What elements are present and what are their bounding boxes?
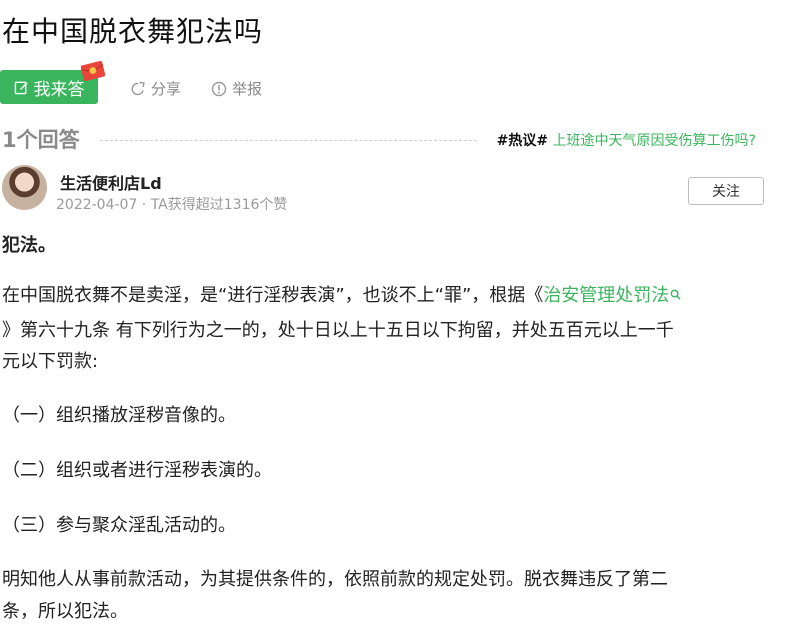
law-link-label: 治安管理处罚法 [543, 285, 670, 306]
answer-paragraph-line: 》第六十九条 有下列行为之一的，处十日以上十五日以下拘留，并处五百元以上一千 [2, 320, 674, 341]
answer-conclusion-line: 条，所以犯法。 [2, 601, 128, 622]
search-icon [670, 289, 681, 300]
author-name[interactable]: 生活便利店Ld [60, 170, 162, 194]
report-label: 举报 [232, 80, 263, 98]
answer-author: 生活便利店Ld 2022-04-07 · TA获得超过1316个赞 关注 [0, 165, 800, 215]
answers-header: 1个回答 #热议# 上班途中天气原因受伤算工伤吗? [0, 124, 800, 154]
report-button[interactable]: 举报 [211, 78, 262, 99]
hot-topic[interactable]: #热议# 上班途中天气原因受伤算工伤吗? [497, 130, 756, 150]
hot-topic-tag: #热议# [496, 133, 549, 149]
edit-icon [14, 81, 28, 94]
law-item: （三）参与聚众淫乱活动的。 [2, 515, 236, 536]
answer-conclusion-line: 明知他人从事前款活动，为其提供条件的，依照前款的规定处罚。脱衣舞违反了第二 [2, 569, 668, 590]
red-packet-icon [80, 61, 106, 81]
law-item: （一）组织播放淫秽音像的。 [2, 405, 236, 426]
question-title: 在中国脱衣舞犯法吗 [2, 15, 264, 48]
action-bar: 我来答 分享 举报 [0, 61, 800, 106]
law-link[interactable]: 治安管理处罚法 [543, 285, 681, 306]
answer-verdict: 犯法。 [2, 231, 56, 257]
paragraph-text: 在中国脱衣舞不是卖淫，是“进行淫秽表演”，也谈不上“罪”，根据《 [2, 285, 544, 306]
divider [100, 140, 477, 141]
share-label: 分享 [151, 80, 182, 98]
answer-button-label: 我来答 [33, 79, 85, 100]
avatar[interactable] [2, 165, 47, 210]
report-icon [211, 81, 227, 96]
answer-paragraph-line: 在中国脱衣舞不是卖淫，是“进行淫秽表演”，也谈不上“罪”，根据《治安管理处罚法 [2, 281, 681, 307]
share-icon [131, 81, 145, 95]
share-button[interactable]: 分享 [130, 78, 181, 99]
answer-meta: 2022-04-07 · TA获得超过1316个赞 [56, 197, 288, 213]
answer-paragraph-line: 元以下罚款: [2, 351, 99, 372]
verdict-text: 犯法。 [2, 235, 56, 256]
law-item: （二）组织或者进行淫秽表演的。 [2, 460, 272, 481]
hot-topic-link[interactable]: 上班途中天气原因受伤算工伤吗? [553, 133, 756, 149]
answer-count: 1个回答 [2, 128, 80, 152]
follow-button[interactable]: 关注 [688, 177, 764, 205]
